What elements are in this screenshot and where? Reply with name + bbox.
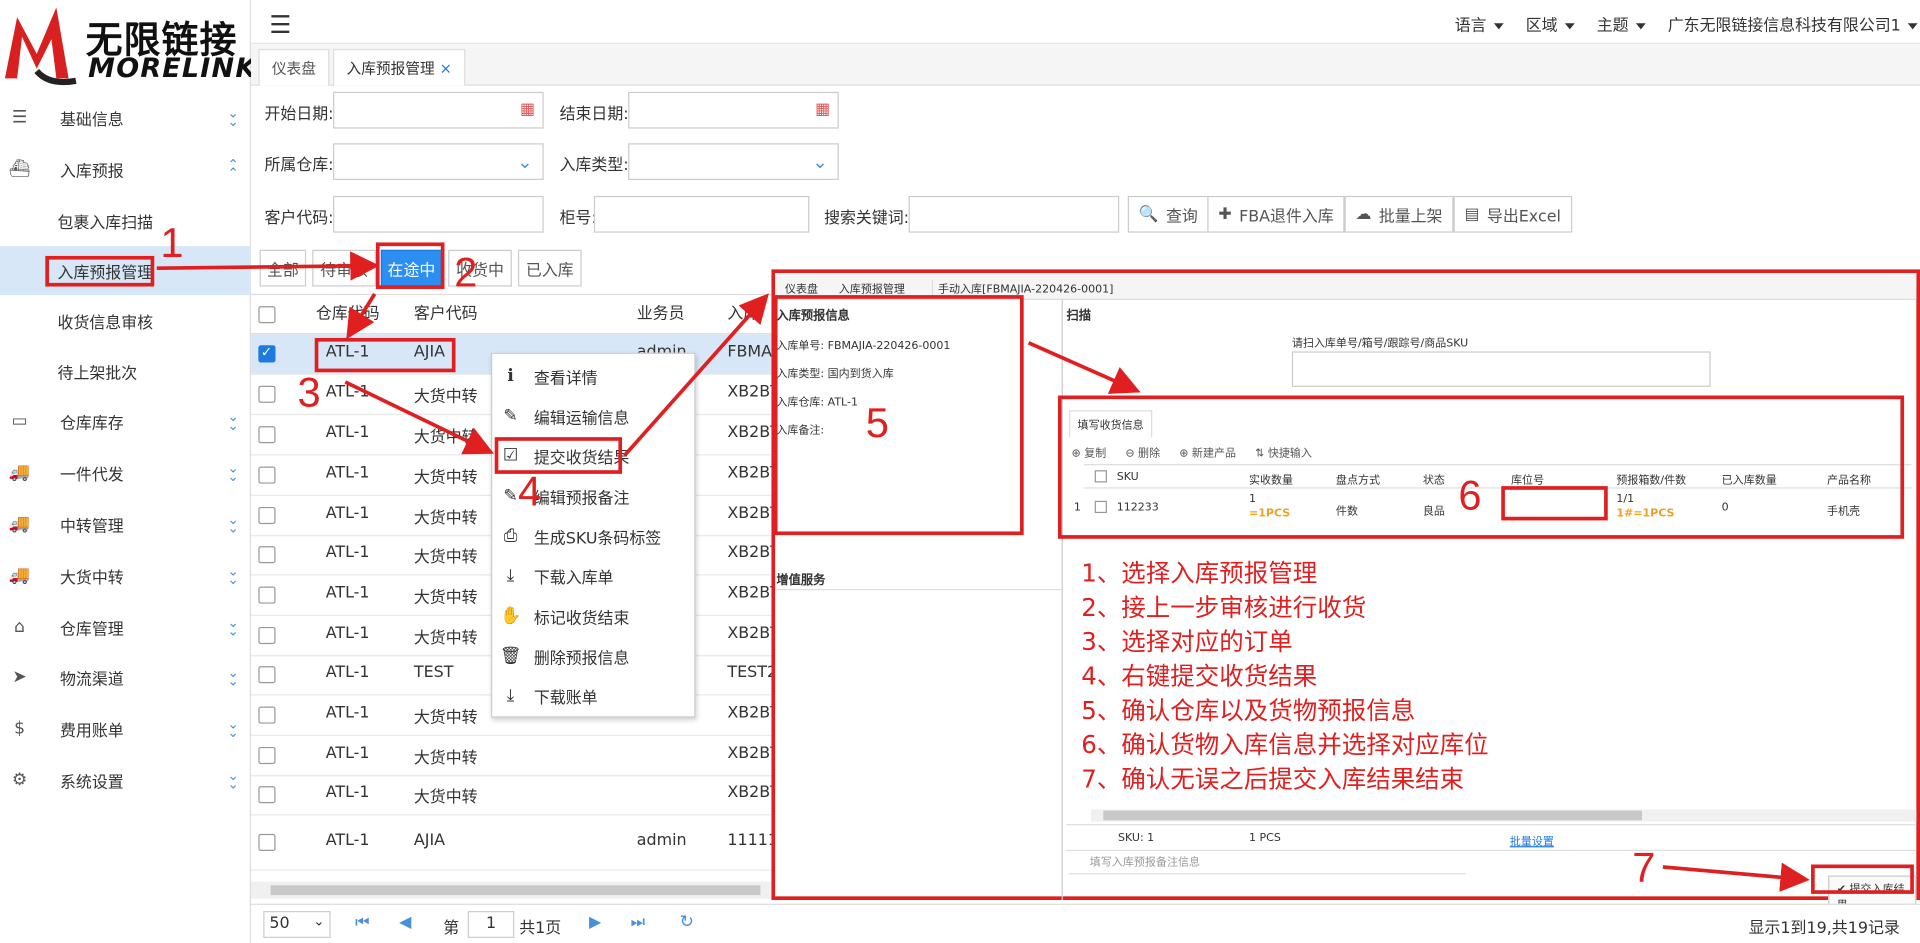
- last-page-icon[interactable]: ⏭: [631, 913, 645, 931]
- marker-2: 2: [454, 249, 478, 297]
- step-text-7: 7、确认无误之后提交入库结果结束: [1081, 764, 1465, 794]
- step-text-2: 2、接上一步审核进行收货: [1081, 592, 1367, 623]
- step-text-3: 3、选择对应的订单: [1081, 626, 1293, 657]
- marker-6: 6: [1458, 472, 1482, 520]
- next-page-icon[interactable]: ▶: [589, 913, 601, 931]
- first-page-icon[interactable]: ⏮: [355, 913, 369, 931]
- step-text-6: 6、确认货物入库信息并选择对应库位: [1081, 729, 1489, 760]
- page-total: 共1页: [519, 919, 562, 938]
- arrow-7: [1662, 862, 1810, 892]
- pager-summary: 显示1到19,共19记录: [1748, 919, 1900, 938]
- page-number-input[interactable]: 1: [467, 911, 515, 938]
- refresh-icon[interactable]: ↻: [680, 912, 694, 932]
- chevron-down-icon: ⌄: [313, 913, 325, 930]
- step-text-4: 4、右键提交收货结果: [1081, 661, 1318, 691]
- page-size-select[interactable]: 50 ⌄: [263, 911, 331, 938]
- step-text-1: 1、选择入库预报管理: [1081, 558, 1318, 588]
- annotation-arrows: [156, 251, 1810, 892]
- marker-4: 4: [517, 468, 542, 516]
- marker-3: 3: [297, 369, 321, 417]
- marker-1: 1: [160, 220, 184, 267]
- arrow-1: [156, 251, 380, 281]
- step-text-5: 5、确认仓库以及货物预报信息: [1081, 695, 1416, 725]
- arrow-5: [1027, 341, 1141, 394]
- marker-7: 7: [1632, 844, 1656, 892]
- page-prefix: 第: [443, 919, 460, 938]
- arrow-2: [346, 292, 377, 340]
- arrow-3: [344, 380, 494, 455]
- prev-page-icon[interactable]: ◀: [399, 913, 411, 931]
- arrow-4: [623, 293, 769, 457]
- marker-5: 5: [865, 400, 889, 447]
